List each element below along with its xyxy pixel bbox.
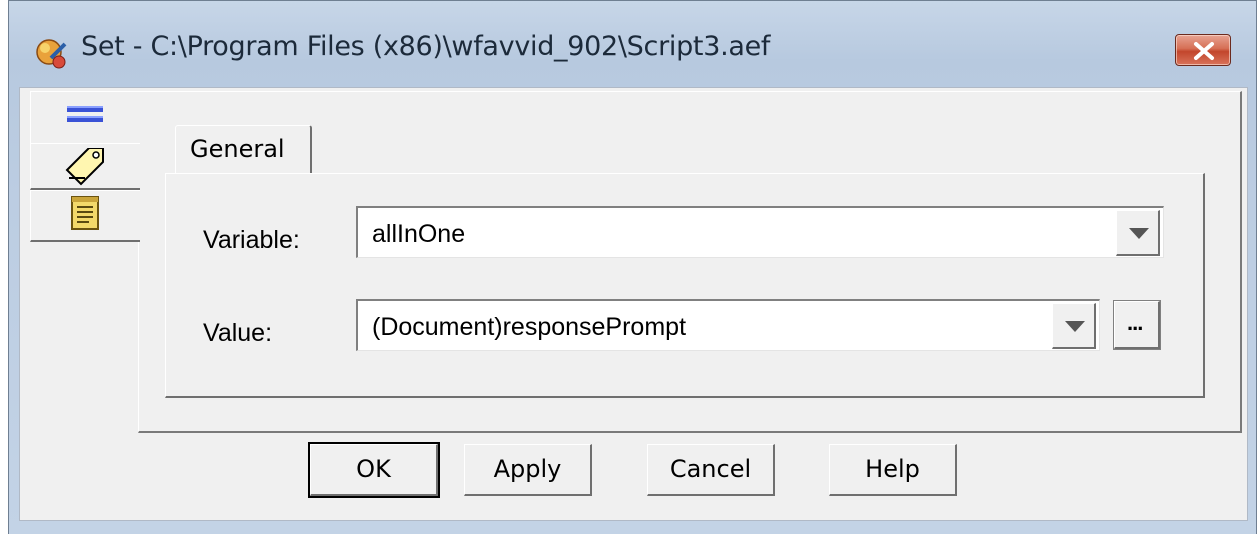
value-label: Value: [203, 319, 273, 347]
side-tab-notes[interactable] [30, 190, 140, 242]
general-tab-panel: Variable: allInOne Value: (Document)resp… [165, 173, 1205, 398]
chevron-down-icon [1065, 321, 1085, 332]
close-button[interactable] [1175, 34, 1231, 66]
app-icon [35, 36, 69, 70]
notes-icon [69, 195, 103, 236]
value-value: (Document)responsePrompt [372, 313, 687, 341]
ellipsis-label: ... [1127, 310, 1143, 335]
tag-icon [61, 147, 107, 191]
general-lines-icon [65, 100, 105, 135]
side-tab-general[interactable] [30, 91, 142, 143]
dialog-window: Set - C:\Program Files (x86)\wfavvid_902… [8, 0, 1257, 534]
variable-dropdown-button[interactable] [1116, 210, 1160, 256]
variable-label: Variable: [203, 226, 300, 254]
dialog-body: General Variable: allInOne Value: (Docum… [19, 87, 1248, 521]
value-combobox[interactable]: (Document)responsePrompt [356, 299, 1100, 351]
apply-button[interactable]: Apply [464, 444, 592, 496]
chevron-down-icon [1129, 228, 1149, 239]
tab-general-label: General [190, 135, 285, 163]
cancel-button[interactable]: Cancel [647, 444, 775, 496]
variable-value: allInOne [372, 220, 466, 248]
side-tab-tag[interactable] [30, 143, 140, 190]
tab-general[interactable]: General [175, 125, 312, 173]
variable-combobox[interactable]: allInOne [356, 206, 1164, 258]
title-bar[interactable]: Set - C:\Program Files (x86)\wfavvid_902… [9, 1, 1256, 87]
window-title: Set - C:\Program Files (x86)\wfavvid_902… [81, 31, 771, 62]
ok-button[interactable]: OK [308, 442, 440, 498]
expression-editor-button[interactable]: ... [1113, 300, 1161, 350]
close-icon [1194, 42, 1214, 60]
value-dropdown-button[interactable] [1052, 303, 1096, 349]
help-button[interactable]: Help [829, 444, 957, 496]
